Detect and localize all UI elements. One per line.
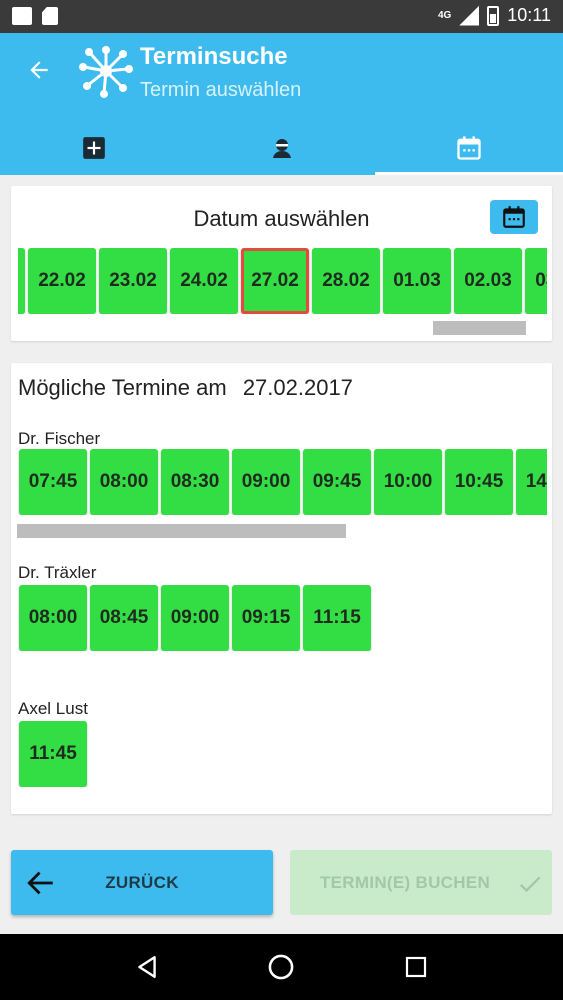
- person-icon: [272, 139, 291, 158]
- signal-icon: [459, 5, 480, 26]
- date-chip[interactable]: 03.03: [525, 248, 547, 314]
- date-selection-card: Datum auswählen 22.02 23.02 24.02 27.02 28.0…: [11, 186, 552, 341]
- back-arrow-button[interactable]: [24, 55, 54, 85]
- plus-box-icon: [82, 137, 105, 159]
- calendar-icon: [503, 206, 525, 228]
- date-chip[interactable]: 24.02: [170, 248, 238, 314]
- calendar-icon: [457, 136, 481, 160]
- doctor-name: Dr. Träxler: [18, 563, 97, 582]
- date-chip[interactable]: 28.02: [312, 248, 380, 314]
- nav-home-button[interactable]: [261, 947, 301, 987]
- slots-heading: Mögliche Termine am 27.02.2017: [18, 375, 353, 401]
- gallery-notification-icon: [12, 7, 32, 25]
- nav-back-button[interactable]: [127, 947, 167, 987]
- time-slot-button[interactable]: 14:00: [516, 449, 547, 515]
- battery-icon: [487, 5, 500, 26]
- date-chip-partial[interactable]: [18, 248, 25, 314]
- time-slot-button[interactable]: 09:00: [161, 585, 229, 651]
- time-slot-button[interactable]: 09:15: [232, 585, 300, 651]
- nav-recents-button[interactable]: [396, 947, 436, 987]
- doctor-name: Axel Lust: [18, 699, 88, 718]
- slots-heading-date: 27.02.2017: [242, 375, 353, 400]
- tab-bar: [0, 121, 563, 175]
- date-chip[interactable]: 02.03: [454, 248, 522, 314]
- doctor-name: Dr. Fischer: [18, 429, 101, 448]
- checkmark-icon: [519, 876, 541, 893]
- network-type: 4G: [437, 10, 452, 21]
- time-slot-button[interactable]: 11:15: [303, 585, 371, 651]
- arrow-left-icon: [30, 61, 48, 79]
- book-appointments-button[interactable]: TERMIN(E) BUCHEN: [290, 850, 552, 915]
- book-button-label: TERMIN(E) BUCHEN: [319, 872, 491, 892]
- circle-home-icon: [269, 954, 294, 980]
- time-slot-button[interactable]: 09:00: [232, 449, 300, 515]
- time-slot-button[interactable]: 08:45: [90, 585, 158, 651]
- time-slot-button[interactable]: 08:00: [19, 585, 87, 651]
- open-calendar-button[interactable]: [490, 200, 538, 234]
- square-recents-icon: [405, 956, 426, 978]
- appointment-slots-card: Mögliche Termine am 27.02.2017 Dr. Fisch…: [11, 363, 552, 814]
- slots-heading-prefix: Mögliche Termine am: [18, 375, 227, 400]
- tab-calendar[interactable]: [375, 121, 563, 175]
- app-bar: Terminsuche Termin auswählen: [0, 33, 563, 175]
- tab-new-appointment[interactable]: [0, 121, 188, 175]
- app-logo-icon: [79, 46, 133, 98]
- date-chip[interactable]: 23.02: [99, 248, 167, 314]
- time-slot-scrollbar[interactable]: [17, 524, 346, 538]
- status-bar: 4G 10:11: [0, 0, 563, 33]
- date-chip[interactable]: 22.02: [28, 248, 96, 314]
- time-slot-button[interactable]: 10:45: [445, 449, 513, 515]
- date-card-title: Datum auswählen: [193, 206, 370, 231]
- time-slot-button[interactable]: 08:00: [90, 449, 158, 515]
- clock: 10:11: [507, 5, 551, 25]
- time-slot-row: 07:4508:0008:3009:0009:4510:0010:4514:00: [18, 449, 547, 515]
- back-button[interactable]: ZURÜCK: [11, 850, 273, 915]
- date-chip[interactable]: 01.03: [383, 248, 451, 314]
- system-navigation-bar: [0, 934, 563, 1000]
- time-slot-button[interactable]: 07:45: [19, 449, 87, 515]
- back-button-label: ZURÜCK: [105, 872, 179, 892]
- sd-card-icon: [42, 7, 58, 25]
- time-slot-button[interactable]: 10:00: [374, 449, 442, 515]
- triangle-back-icon: [138, 956, 156, 978]
- time-slot-button[interactable]: 09:45: [303, 449, 371, 515]
- time-slot-row: 08:00 08:45 09:00 09:15 11:15: [18, 585, 547, 651]
- time-slot-row: 11:45: [18, 721, 547, 787]
- time-slot-button[interactable]: 08:30: [161, 449, 229, 515]
- date-chip-selected[interactable]: 27.02: [241, 248, 309, 314]
- tab-person[interactable]: [188, 121, 376, 175]
- date-strip[interactable]: 22.0223.0224.0227.0228.0201.0302.0303.03: [18, 248, 547, 314]
- date-strip-scrollbar[interactable]: [433, 321, 526, 335]
- app-title: Terminsuche: [140, 43, 288, 70]
- app-subtitle: Termin auswählen: [140, 79, 302, 101]
- time-slot-button[interactable]: 11:45: [19, 721, 87, 787]
